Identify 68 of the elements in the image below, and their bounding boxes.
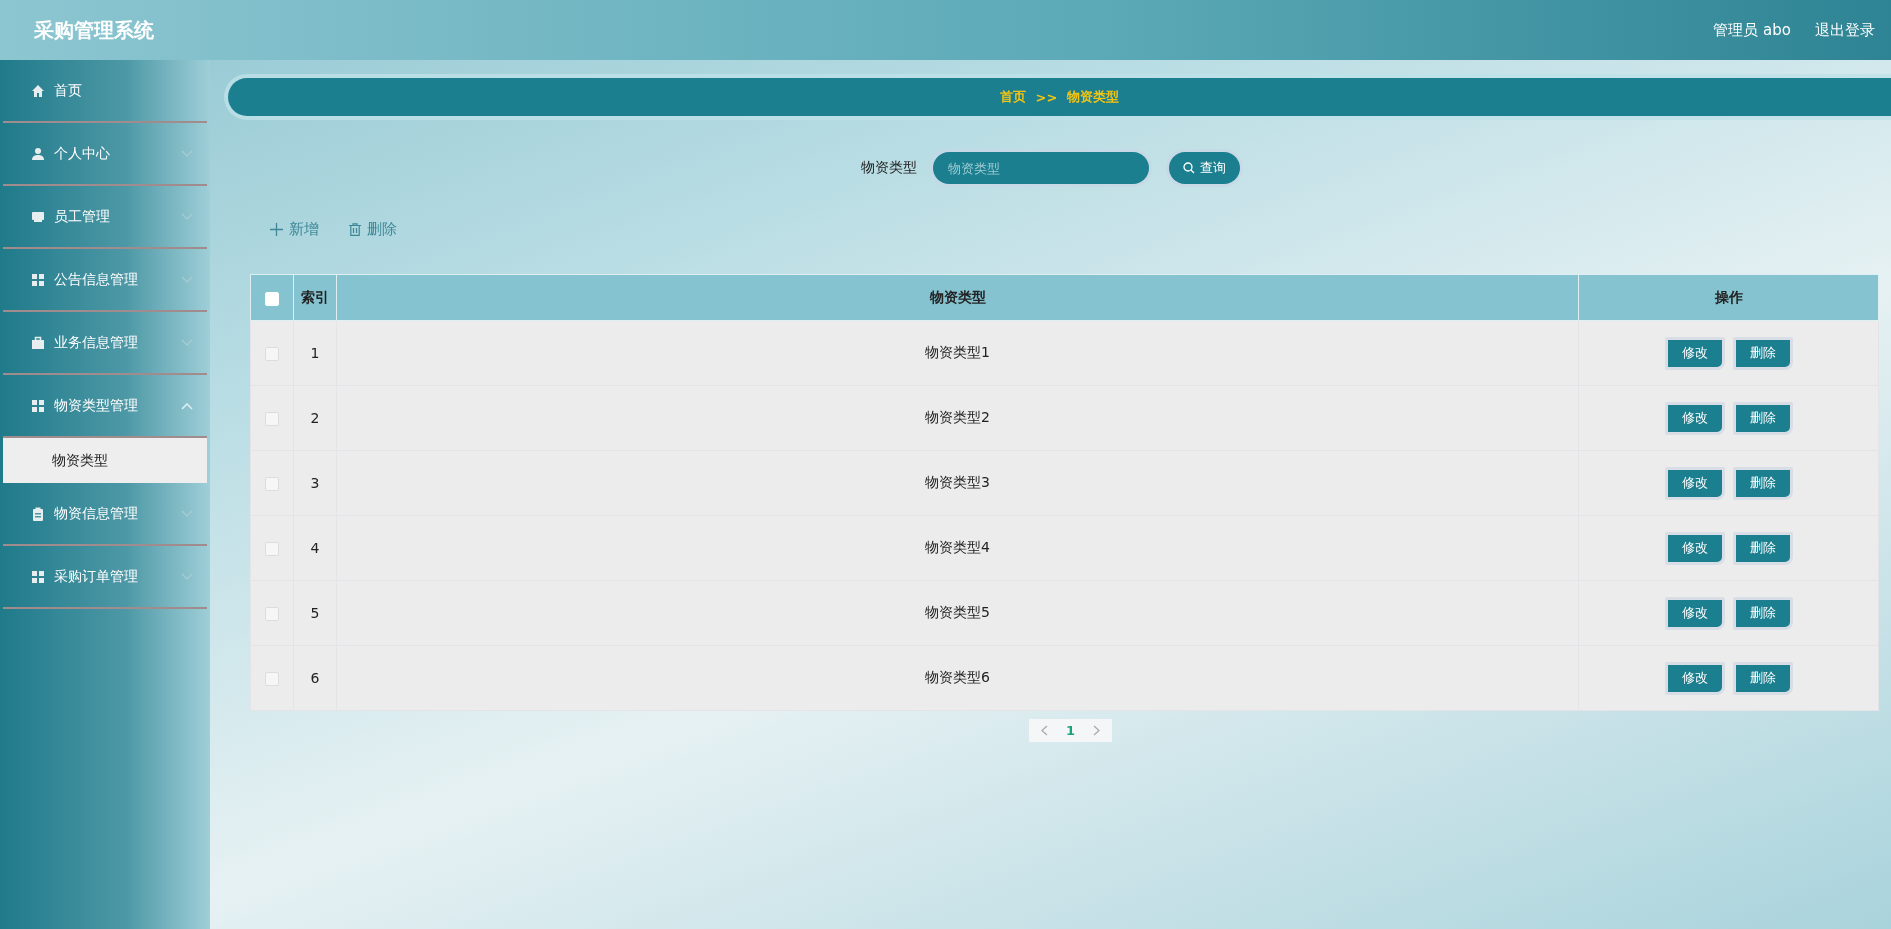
page-number[interactable]: 1 (1065, 723, 1075, 738)
grid-icon (31, 398, 45, 413)
menu-label[interactable]: 物资信息管理 (54, 504, 172, 523)
delete-button[interactable]: 删除 (1732, 531, 1793, 565)
table-cell: 物资类型4 (925, 539, 990, 555)
table-cell: 物资类型3 (925, 474, 990, 490)
table-cell: 5 (310, 605, 320, 621)
grid-icon (31, 569, 45, 584)
trash-icon (349, 222, 361, 236)
table-cell: 2 (310, 410, 320, 426)
edit-button[interactable]: 修改 (1664, 401, 1725, 435)
row-checkbox[interactable] (265, 542, 279, 556)
menu-label[interactable]: 公告信息管理 (54, 270, 172, 289)
column-header: 物资类型 (929, 288, 986, 305)
add-button[interactable]: 新增 (266, 219, 323, 239)
delete-button[interactable]: 删除 (1732, 466, 1793, 500)
column-header: 操作 (1714, 288, 1743, 305)
table-cell: 物资类型2 (925, 409, 990, 425)
search-label: 物资类型 (861, 159, 917, 177)
submenu-item[interactable]: 物资类型 (3, 438, 207, 483)
row-checkbox[interactable] (265, 607, 279, 621)
chevron-right-icon[interactable] (1093, 725, 1100, 736)
table-cell: 物资类型1 (925, 344, 990, 360)
search-button[interactable]: 查询 (1169, 152, 1240, 184)
menu-label[interactable]: 物资类型管理 (54, 396, 172, 415)
grid-icon (31, 272, 45, 287)
menu-label[interactable]: 员工管理 (54, 207, 172, 226)
edit-button[interactable]: 修改 (1664, 531, 1725, 565)
delete-button[interactable]: 删除 (345, 219, 401, 239)
edit-button[interactable]: 修改 (1664, 336, 1725, 370)
delete-button[interactable]: 删除 (1732, 661, 1793, 695)
row-checkbox[interactable] (265, 672, 279, 686)
edit-button[interactable]: 修改 (1664, 596, 1725, 630)
row-checkbox[interactable] (265, 412, 279, 426)
table-cell: 物资类型5 (925, 604, 990, 620)
user-name: 管理员 abo (1713, 20, 1791, 40)
search-icon (1183, 162, 1195, 174)
row-checkbox[interactable] (265, 477, 279, 491)
table-cell: 4 (310, 540, 320, 556)
menu-label[interactable]: 业务信息管理 (54, 333, 172, 352)
table-cell: 1 (310, 345, 320, 361)
row-checkbox[interactable] (265, 347, 279, 361)
breadcrumb-item[interactable]: 首页 (999, 88, 1026, 106)
table-cell: 6 (310, 670, 320, 686)
delete-button[interactable]: 删除 (1732, 596, 1793, 630)
menu-label[interactable]: 个人中心 (54, 144, 172, 163)
menu-label[interactable]: 首页 (54, 81, 207, 100)
delete-button[interactable]: 删除 (1732, 401, 1793, 435)
table-cell: 3 (310, 475, 320, 491)
chevron-left-icon[interactable] (1040, 725, 1048, 736)
breadcrumb-separator: >> (1035, 89, 1058, 105)
store-icon (31, 209, 45, 224)
delete-button[interactable]: 删除 (1732, 336, 1793, 370)
clipboard-icon (31, 506, 45, 521)
home-icon (31, 83, 45, 98)
menu-label[interactable]: 采购订单管理 (54, 567, 172, 586)
logout-link[interactable]: 退出登录 (1815, 20, 1875, 40)
search-field[interactable]: 物资类型 (933, 152, 1149, 184)
edit-button[interactable]: 修改 (1664, 466, 1725, 500)
plus-icon (270, 222, 283, 236)
column-header: 索引 (301, 288, 329, 305)
select-all-checkbox[interactable] (265, 291, 279, 306)
app-title: 采购管理系统 (34, 16, 155, 44)
edit-button[interactable]: 修改 (1664, 661, 1725, 695)
user-icon (31, 146, 45, 161)
breadcrumb-item[interactable]: 物资类型 (1067, 88, 1120, 106)
table-cell: 物资类型6 (925, 669, 990, 685)
briefcase-icon (31, 335, 45, 350)
